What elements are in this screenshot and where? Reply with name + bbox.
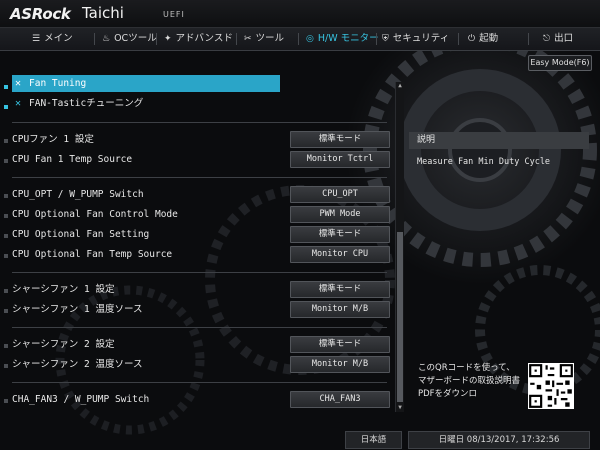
scroll-down-icon[interactable]: ▼ [396, 404, 404, 412]
setting-label: シャーシファン 1 温度ソース [12, 304, 143, 315]
description-text: Measure Fan Min Duty Cycle [417, 157, 551, 167]
fan-tastic-item[interactable]: ✕ FAN-Tasticチューニング [12, 95, 280, 112]
main-nav: ☰ メイン ♨ OCツール ✦ アドバンスド ✂ ツール ◎ H/W モニター ⛨ セキュリ… [0, 27, 600, 51]
star-icon: ✦ [164, 34, 172, 44]
setting-label: シャーシファン 2 温度ソース [12, 359, 143, 370]
fan-tuning-item[interactable]: ✕ Fan Tuning [12, 75, 280, 92]
bios-header: ASRock Taichi UEFI [0, 0, 600, 27]
setting-value[interactable]: CHA_FAN3 [290, 391, 390, 408]
easy-mode-button[interactable]: Easy Mode(F6) [528, 55, 592, 71]
setting-value[interactable]: 標準モード [290, 281, 390, 298]
row-bullet [4, 105, 8, 109]
setting-value[interactable]: Monitor Tctrl [290, 151, 390, 168]
setting-value[interactable]: Monitor M/B [290, 301, 390, 318]
status-footer: 日本語 日曜日 08/13/2017, 17:32:56 [0, 430, 600, 450]
datetime-display: 日曜日 08/13/2017, 17:32:56 [408, 431, 590, 449]
setting-value[interactable]: 標準モード [290, 226, 390, 243]
description-title: 説明 [409, 132, 589, 149]
tools-icon: ✕ [15, 98, 22, 109]
model-name: Taichi [82, 4, 124, 22]
language-button[interactable]: 日本語 [345, 431, 402, 449]
tab-oc-tools[interactable]: ♨ OCツール [102, 28, 157, 50]
setting-value[interactable]: 標準モード [290, 336, 390, 353]
scrollbar[interactable]: ▲ ▼ [395, 82, 404, 412]
flame-icon: ♨ [102, 34, 111, 44]
description-panel: 説明 Measure Fan Min Duty Cycle [409, 132, 589, 332]
exit-icon: ⎋ [543, 34, 551, 44]
scroll-thumb[interactable] [397, 232, 403, 402]
monitor-icon: ◎ [306, 34, 314, 44]
tab-hw-monitor[interactable]: ◎ H/W モニター [306, 28, 379, 50]
setting-label: CPU Optional Fan Control Mode [12, 209, 178, 220]
uefi-label: UEFI [163, 10, 185, 19]
qr-code-icon [528, 363, 574, 409]
list-icon: ☰ [32, 34, 41, 44]
shield-icon: ⛨ [382, 34, 389, 44]
scroll-up-icon[interactable]: ▲ [396, 82, 404, 90]
qr-caption: このQRコードを使って、マザーボードの取扱説明書PDFをダウンロ [418, 363, 521, 399]
setting-value[interactable]: PWM Mode [290, 206, 390, 223]
power-icon: ⏻ [468, 34, 476, 44]
setting-label: CPU_OPT / W_PUMP Switch [12, 189, 144, 200]
row-bullet [4, 85, 8, 89]
setting-label: シャーシファン 1 設定 [12, 284, 115, 295]
wrench-icon: ✂ [244, 34, 252, 44]
setting-value[interactable]: CPU_OPT [290, 186, 390, 203]
tab-exit[interactable]: ⎋ 出口 [543, 28, 573, 50]
settings-list: ✕ Fan Tuning ✕ FAN-Tasticチューニング CPUファン 1 設… [0, 70, 405, 420]
setting-label: CPU Optional Fan Setting [12, 229, 150, 240]
setting-label: シャーシファン 2 設定 [12, 339, 115, 350]
setting-label: CPU Fan 1 Temp Source [12, 154, 133, 165]
setting-value[interactable]: Monitor M/B [290, 356, 390, 373]
tab-tools[interactable]: ✂ ツール [244, 28, 284, 50]
brand-logo: ASRock [10, 5, 71, 23]
tab-security[interactable]: ⛨ セキュリティ [382, 28, 449, 50]
tab-advanced[interactable]: ✦ アドバンスド [164, 28, 233, 50]
tools-icon: ✕ [15, 78, 22, 89]
setting-label: CPU Optional Fan Temp Source [12, 249, 173, 260]
setting-label: CHA_FAN3 / W_PUMP Switch [12, 394, 150, 405]
tab-main[interactable]: ☰ メイン [32, 28, 73, 50]
setting-label: CPUファン 1 設定 [12, 134, 94, 145]
setting-value[interactable]: Monitor CPU [290, 246, 390, 263]
tab-boot[interactable]: ⏻ 起動 [468, 28, 498, 50]
setting-value[interactable]: 標準モード [290, 131, 390, 148]
